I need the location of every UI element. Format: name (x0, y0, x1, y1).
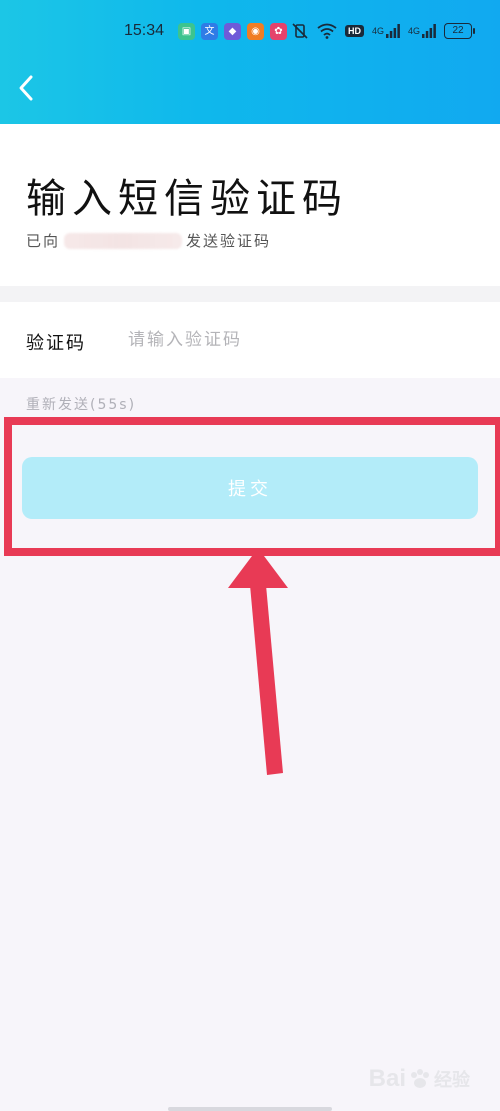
translate-app-icon: 文 (201, 23, 218, 40)
subtitle-prefix: 已向 (26, 232, 61, 250)
verification-code-input[interactable] (122, 322, 474, 358)
paw-icon (411, 1069, 429, 1088)
app-header: 15:34 ▣ 文 ◆ ◉ ✿ HD 4G 4G 22 (0, 0, 500, 124)
resend-code-link[interactable]: 重新发送(55s) (26, 394, 136, 414)
submit-button[interactable]: 提交 (22, 457, 478, 519)
network-type-1: 4G (371, 26, 384, 36)
page-title: 输入短信验证码 (26, 176, 348, 222)
battery-icon: 22 (444, 23, 475, 39)
baidu-watermark: Bai 经验 (369, 1065, 470, 1093)
title-section: 输入短信验证码 已向 发送验证码 (0, 124, 500, 286)
signal-1-icon: 4G (372, 22, 400, 40)
status-time: 15:34 (124, 22, 165, 39)
verification-code-row: 验证码 (0, 302, 500, 378)
watermark-text: Bai (368, 1065, 406, 1092)
watermark-suffix: 经验 (434, 1070, 470, 1090)
photo-app-icon: ✿ (270, 23, 287, 40)
masked-phone-number (64, 232, 183, 249)
weibo-app-icon: ◉ (247, 23, 264, 40)
wifi-icon (317, 22, 337, 40)
verification-code-label: 验证码 (26, 333, 86, 354)
chevron-left-icon (19, 75, 33, 101)
map-app-icon: ◆ (224, 23, 241, 40)
message-app-icon: ▣ (178, 23, 195, 40)
sms-sent-notice: 已向 发送验证码 (26, 230, 271, 251)
signal-2-icon: 4G (408, 22, 436, 40)
back-button[interactable] (8, 68, 44, 108)
subtitle-suffix: 发送验证码 (186, 232, 272, 250)
status-bar: 15:34 ▣ 文 ◆ ◉ ✿ HD 4G 4G 22 (0, 0, 500, 56)
network-type-2: 4G (407, 26, 420, 36)
status-indicators: HD 4G 4G 22 (291, 22, 475, 40)
home-indicator (168, 1107, 332, 1111)
notification-icons: ▣ 文 ◆ ◉ ✿ (178, 23, 287, 40)
hd-voice-badge: HD (344, 25, 364, 37)
section-divider (0, 286, 500, 302)
mute-vibrate-icon (291, 22, 309, 40)
